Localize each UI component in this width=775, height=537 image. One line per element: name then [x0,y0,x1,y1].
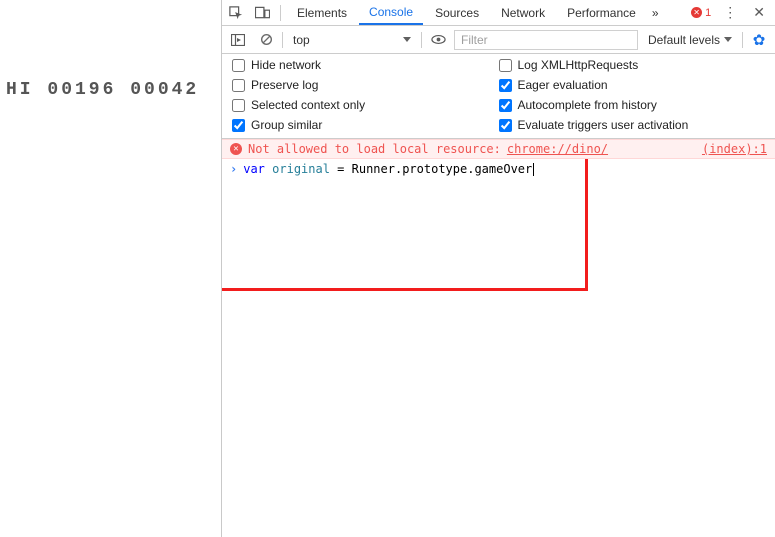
close-icon[interactable]: ✕ [745,4,773,21]
chk-autocomplete-box[interactable] [499,99,512,112]
tab-console[interactable]: Console [359,0,423,25]
chk-log-xhr[interactable]: Log XMLHttpRequests [499,58,766,72]
tab-performance[interactable]: Performance [557,0,646,25]
console-error-row: ✕ Not allowed to load local resource: ch… [222,139,775,159]
chk-eval-triggers[interactable]: Evaluate triggers user activation [499,118,766,132]
chk-preserve-log[interactable]: Preserve log [232,78,499,92]
error-count: 1 [705,7,711,19]
chk-hide-network-box[interactable] [232,59,245,72]
chk-eager-eval-box[interactable] [499,79,512,92]
text-cursor [533,163,534,176]
log-levels-selector[interactable]: Default levels [642,33,738,47]
page-content: HI 00196 00042 [0,0,220,537]
chk-preserve-log-label: Preserve log [251,78,318,92]
chk-hide-network-label: Hide network [251,58,321,72]
error-count-badge[interactable]: ✕ 1 [687,7,715,19]
devtools-tabbar: Elements Console Sources Network Perform… [222,0,775,26]
chevron-down-icon [724,37,732,42]
error-message: Not allowed to load local resource: [248,142,501,156]
chk-eval-triggers-label: Evaluate triggers user activation [518,118,689,132]
console-input-text[interactable]: var original = Runner.prototype.gameOver [243,162,534,176]
chk-eager-eval-label: Eager evaluation [518,78,608,92]
chk-group-similar[interactable]: Group similar [232,118,499,132]
console-settings-icon[interactable]: ✿ [747,31,771,49]
chk-hide-network[interactable]: Hide network [232,58,499,72]
filter-input[interactable] [454,30,638,50]
log-levels-label: Default levels [648,33,720,47]
live-expression-icon[interactable] [426,29,450,51]
inspect-icon[interactable] [224,2,248,24]
chk-selected-ctx[interactable]: Selected context only [232,98,499,112]
context-selector[interactable]: top [287,30,417,50]
context-value: top [293,33,310,47]
error-dot-icon: ✕ [691,7,702,18]
error-resource-link[interactable]: chrome://dino/ [507,142,608,156]
chk-group-similar-box[interactable] [232,119,245,132]
console-settings-panel: Hide network Log XMLHttpRequests Preserv… [222,54,775,139]
chk-group-similar-label: Group similar [251,118,322,132]
console-output: ✕ Not allowed to load local resource: ch… [222,139,775,537]
chk-selected-ctx-box[interactable] [232,99,245,112]
console-input-row[interactable]: › var original = Runner.prototype.gameOv… [222,159,775,179]
devtools-panel: Elements Console Sources Network Perform… [221,0,775,537]
code-rest: = Runner.prototype.gameOver [330,162,532,176]
chk-eval-triggers-box[interactable] [499,119,512,132]
console-sidebar-toggle-icon[interactable] [226,29,250,51]
tab-sources[interactable]: Sources [425,0,489,25]
chk-log-xhr-box[interactable] [499,59,512,72]
code-identifier: original [272,162,330,176]
chk-autocomplete[interactable]: Autocomplete from history [499,98,766,112]
device-toggle-icon[interactable] [250,2,274,24]
chk-selected-ctx-label: Selected context only [251,98,365,112]
chk-autocomplete-label: Autocomplete from history [518,98,657,112]
error-source-link[interactable]: (index):1 [702,142,767,156]
console-toolbar: top Default levels ✿ [222,26,775,54]
clear-console-icon[interactable] [254,29,278,51]
error-icon: ✕ [230,143,242,155]
tab-network[interactable]: Network [491,0,555,25]
chevron-down-icon [403,37,411,42]
chk-log-xhr-label: Log XMLHttpRequests [518,58,639,72]
chk-eager-eval[interactable]: Eager evaluation [499,78,766,92]
prompt-icon: › [230,162,237,176]
chk-preserve-log-box[interactable] [232,79,245,92]
tab-elements[interactable]: Elements [287,0,357,25]
code-keyword: var [243,162,265,176]
dino-hiscore: HI 00196 00042 [6,80,220,100]
devtools-menu-icon[interactable]: ⋮ [717,4,743,21]
tabs-overflow[interactable]: » [648,0,663,25]
